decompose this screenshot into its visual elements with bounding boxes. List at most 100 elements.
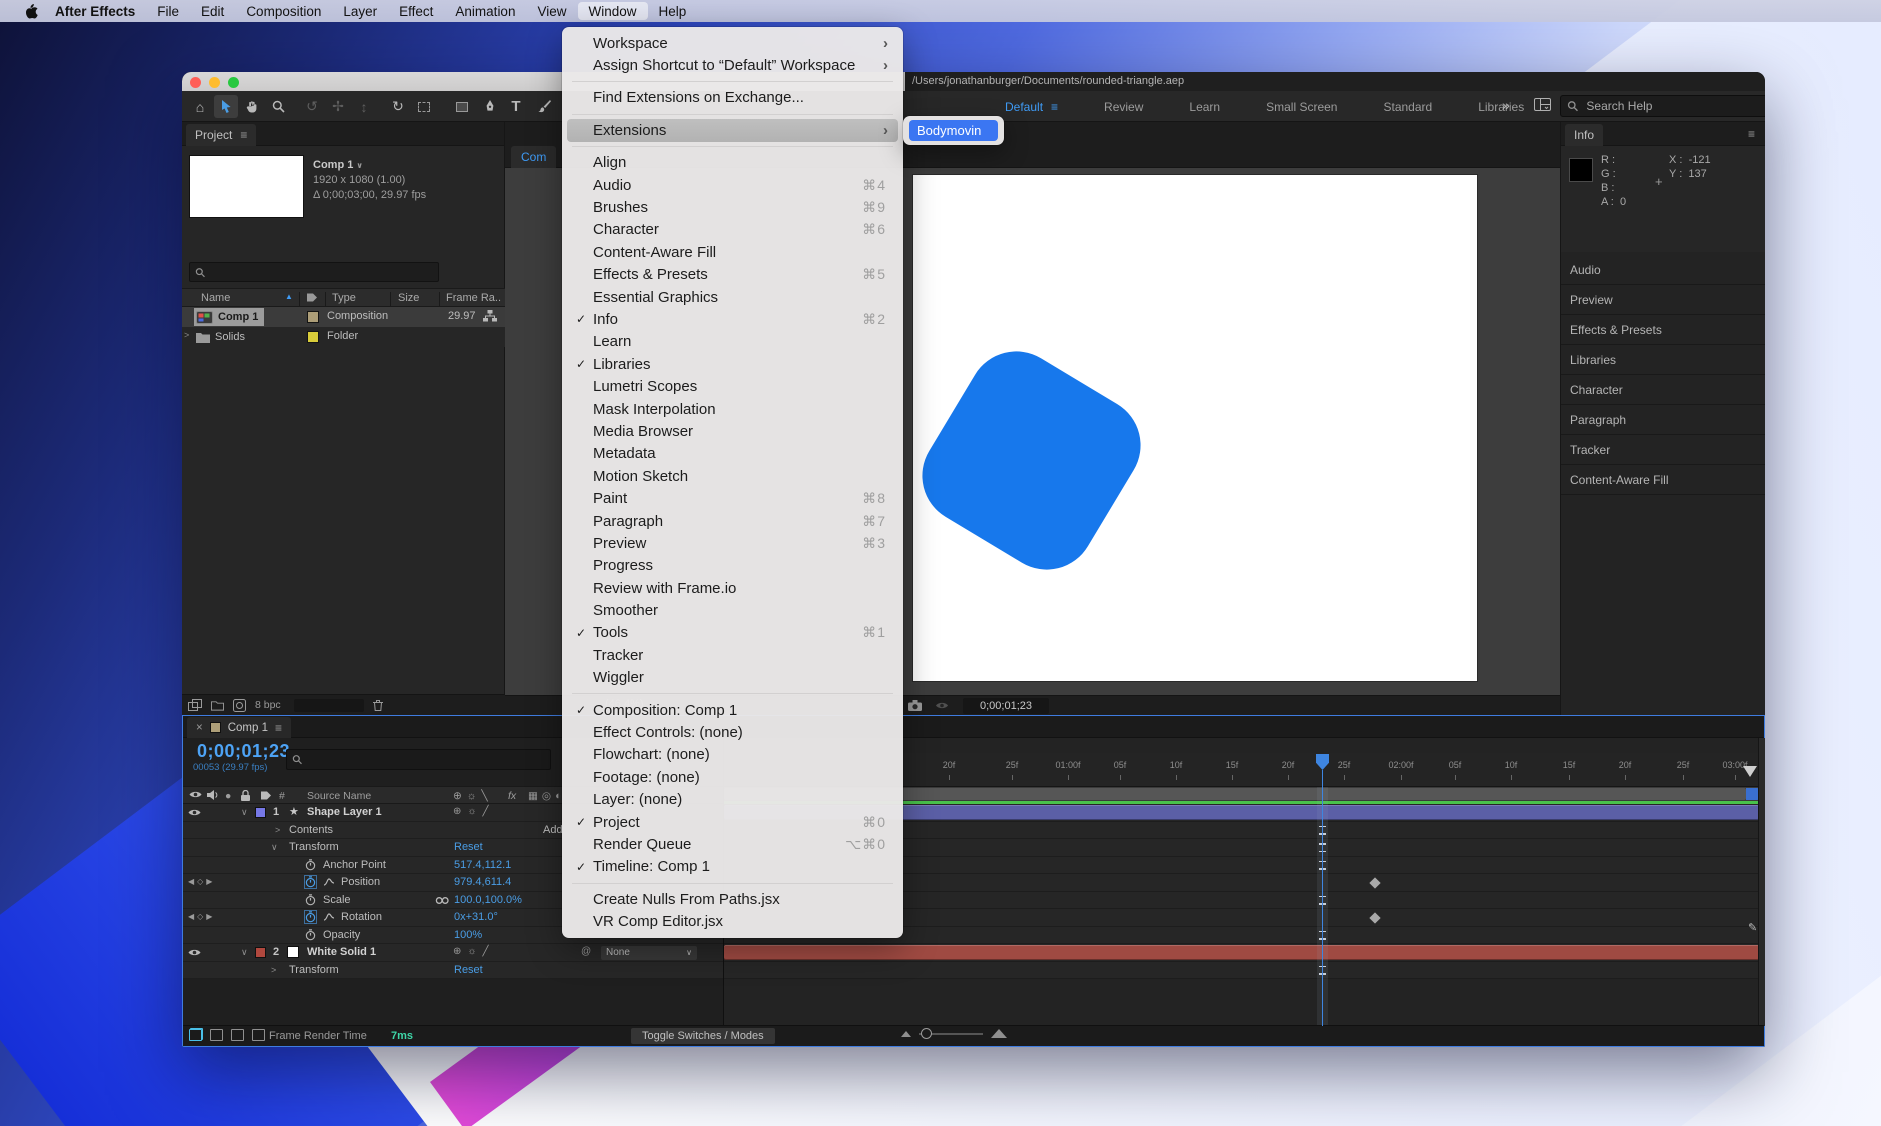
menu-item-mask-interpolation[interactable]: Mask Interpolation: [567, 398, 898, 420]
menu-item-create-nulls-from-paths-jsx[interactable]: Create Nulls From Paths.jsx: [567, 888, 898, 910]
property-value[interactable]: 517.4,112.1: [454, 859, 511, 871]
timeline-zoom-slider[interactable]: [901, 1029, 1007, 1038]
zoom-tool-icon[interactable]: [266, 95, 290, 118]
menu-item-audio[interactable]: Audio⌘4: [567, 174, 898, 196]
menu-item-review-with-frame-io[interactable]: Review with Frame.io: [567, 577, 898, 599]
home-icon[interactable]: ⌂: [188, 95, 212, 118]
minimize-window-button[interactable]: [209, 77, 220, 88]
comp-thumbnail[interactable]: [189, 155, 304, 218]
property-value[interactable]: Reset: [454, 964, 483, 976]
brainstorm-icon[interactable]: [252, 1029, 265, 1041]
panel-menu-icon[interactable]: ≡: [275, 721, 282, 735]
menubar-item-composition[interactable]: Composition: [235, 2, 332, 20]
menu-item-lumetri-scopes[interactable]: Lumetri Scopes: [567, 375, 898, 397]
composition-tab[interactable]: Com: [511, 146, 556, 168]
timeline-search-input[interactable]: [306, 753, 545, 767]
menu-item-preview[interactable]: Preview⌘3: [567, 532, 898, 554]
menu-item-project[interactable]: ✓Project⌘0: [567, 811, 898, 833]
menubar-item-edit[interactable]: Edit: [190, 2, 235, 20]
info-tab[interactable]: Info: [1565, 124, 1603, 146]
project-tab[interactable]: Project ≡: [186, 124, 256, 146]
timeline-comp-tab[interactable]: × Comp 1 ≡: [187, 717, 291, 738]
keyframe-diamond[interactable]: [1369, 912, 1380, 923]
menubar-item-layer[interactable]: Layer: [332, 2, 388, 20]
apple-icon[interactable]: [18, 4, 44, 19]
keyframe-navigator[interactable]: ◀◇▶: [188, 912, 215, 921]
workspace-tab-standard[interactable]: Standard: [1360, 100, 1455, 114]
property-label[interactable]: Position: [341, 876, 380, 888]
project-search-input[interactable]: [209, 265, 433, 279]
track-row-white-solid-1[interactable]: [724, 944, 1765, 962]
collapsed-panel-paragraph[interactable]: Paragraph: [1561, 405, 1765, 435]
menu-item-tracker[interactable]: Tracker: [567, 644, 898, 666]
expand-icon[interactable]: >: [184, 330, 189, 340]
zoom-window-button[interactable]: [228, 77, 239, 88]
layer-color-chip[interactable]: [255, 947, 266, 958]
trash-icon[interactable]: [373, 699, 383, 711]
more-switch-icons[interactable]: ▦◎◐: [528, 790, 565, 802]
layer-color-chip[interactable]: [255, 807, 266, 818]
video-column-icon[interactable]: [189, 790, 202, 799]
property-value[interactable]: 979.4,611.4: [454, 876, 511, 888]
panel-menu-icon[interactable]: ≡: [240, 128, 247, 142]
menu-item-align[interactable]: Align: [567, 152, 898, 174]
pickwhip-icon[interactable]: @: [581, 946, 591, 957]
project-item-name[interactable]: Solids: [194, 328, 251, 346]
project-row-solids[interactable]: >SolidsFolder: [182, 327, 505, 347]
menu-item-layer-none[interactable]: Layer: (none): [567, 789, 898, 811]
roi-tool-icon[interactable]: [412, 95, 436, 118]
switches-column-icons[interactable]: ⊕☼╲: [453, 790, 493, 802]
new-folder-icon[interactable]: [211, 700, 224, 711]
property-label[interactable]: Anchor Point: [323, 859, 386, 871]
menu-item-assign-shortcut-to-default-workspace[interactable]: Assign Shortcut to “Default” Workspace›: [567, 54, 898, 76]
playhead-line[interactable]: [1322, 770, 1323, 1026]
solo-column-icon[interactable]: ●: [225, 790, 231, 802]
menubar-item-effect[interactable]: Effect: [388, 2, 444, 20]
layer-switches[interactable]: ⊕☼╱: [453, 806, 495, 817]
menu-item-timeline-comp-1[interactable]: ✓Timeline: Comp 1: [567, 856, 898, 878]
link-icon[interactable]: [435, 896, 450, 905]
menu-item-footage-none[interactable]: Footage: (none): [567, 766, 898, 788]
pen-tool-icon[interactable]: [478, 95, 502, 118]
text-tool-icon[interactable]: T: [504, 95, 528, 118]
workspace-tab-learn[interactable]: Learn: [1166, 100, 1243, 114]
stopwatch-icon[interactable]: [305, 911, 316, 923]
menu-item-progress[interactable]: Progress: [567, 555, 898, 577]
collapsed-panel-preview[interactable]: Preview: [1561, 285, 1765, 315]
graph-icon[interactable]: [323, 912, 335, 922]
interpret-footage-icon[interactable]: [188, 699, 202, 711]
property-value[interactable]: 100.0,100.0%: [454, 894, 522, 906]
timeline-row-white-solid-1[interactable]: ∨2White Solid 1⊕☼╱@None∨: [183, 944, 723, 962]
work-area-marker-icon[interactable]: [1743, 766, 1757, 777]
menu-item-character[interactable]: Character⌘6: [567, 219, 898, 241]
collapsed-panel-tracker[interactable]: Tracker: [1561, 435, 1765, 465]
menu-item-learn[interactable]: Learn: [567, 331, 898, 353]
shape-tool-icon[interactable]: [450, 95, 474, 118]
lock-column-icon[interactable]: [241, 790, 250, 801]
timeline-search-field[interactable]: [286, 749, 551, 770]
close-window-button[interactable]: [190, 77, 201, 88]
help-search-input[interactable]: [1584, 98, 1765, 114]
property-label[interactable]: Contents: [289, 824, 333, 836]
collapsed-panel-audio[interactable]: Audio: [1561, 255, 1765, 285]
menu-item-wiggler[interactable]: Wiggler: [567, 667, 898, 689]
motion-blur-icon[interactable]: [210, 1029, 223, 1041]
timeline-row-transform[interactable]: >TransformReset: [183, 962, 723, 980]
property-value[interactable]: 100%: [454, 929, 482, 941]
close-icon[interactable]: ×: [196, 722, 203, 734]
graph-icon[interactable]: [323, 877, 335, 887]
stopwatch-icon[interactable]: [305, 859, 316, 871]
menu-item-composition-comp-1[interactable]: ✓Composition: Comp 1: [567, 699, 898, 721]
workspace-tab-small-screen[interactable]: Small Screen: [1243, 100, 1360, 114]
menubar-item-help[interactable]: Help: [648, 2, 698, 20]
zoom-slider-knob[interactable]: [921, 1028, 932, 1039]
audio-column-icon[interactable]: [207, 790, 218, 800]
composition-canvas[interactable]: [913, 175, 1477, 681]
expand-icon[interactable]: >: [275, 825, 280, 835]
menu-item-motion-sketch[interactable]: Motion Sketch: [567, 465, 898, 487]
property-label[interactable]: Opacity: [323, 929, 360, 941]
project-search-field[interactable]: [189, 262, 439, 282]
frame-blending-icon[interactable]: [189, 1029, 202, 1041]
menu-item-smoother[interactable]: Smoother: [567, 599, 898, 621]
menubar-item-animation[interactable]: Animation: [444, 2, 526, 20]
